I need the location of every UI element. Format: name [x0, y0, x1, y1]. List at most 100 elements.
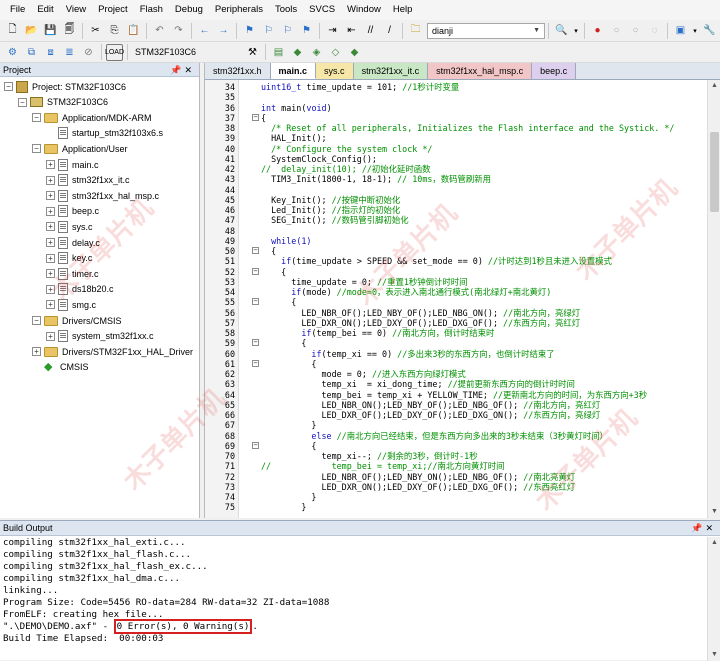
undo-icon[interactable]: ↶ — [151, 22, 168, 39]
cut-icon[interactable]: ✂ — [87, 22, 104, 39]
tree-item[interactable]: startup_stm32f103x6.s — [46, 126, 163, 141]
build-vertical-scrollbar[interactable]: ▲ ▼ — [707, 537, 720, 661]
scroll-up-icon[interactable]: ▲ — [708, 537, 720, 549]
save-icon[interactable]: 💾 — [42, 22, 59, 39]
menu-item-edit[interactable]: Edit — [31, 0, 59, 20]
expand-icon[interactable]: + — [46, 206, 55, 216]
tree-item[interactable]: + sys.c — [46, 219, 93, 234]
select-packs-icon[interactable]: ◆ — [346, 44, 363, 61]
expand-icon[interactable]: + — [46, 160, 55, 169]
unindent-icon[interactable]: ⇤ — [343, 22, 360, 39]
save-all-icon[interactable]: 🗐 — [61, 22, 78, 39]
tree-item[interactable]: + smg.c — [46, 297, 96, 312]
tree-item[interactable]: ◆ CMSIS — [32, 360, 89, 375]
editor-tab[interactable]: sys.c — [316, 63, 354, 79]
scroll-up-icon[interactable]: ▲ — [708, 80, 720, 92]
fold-collapse-icon[interactable]: − — [252, 441, 259, 449]
uncomment-icon[interactable]: / — [381, 22, 398, 39]
editor-tab[interactable]: stm32f1xx.h — [205, 63, 271, 79]
prev-bookmark-icon[interactable]: ⚐ — [260, 22, 277, 39]
tree-item[interactable]: + beep.c — [46, 204, 99, 219]
settings-icon[interactable]: 🔧 — [701, 22, 718, 39]
menu-item-debug[interactable]: Debug — [169, 0, 209, 20]
collapse-icon[interactable]: − — [32, 316, 41, 325]
menu-item-help[interactable]: Help — [387, 0, 419, 20]
tree-item[interactable]: + Drivers/STM32F1xx_HAL_Driver — [32, 344, 193, 359]
tree-item[interactable]: − Project: STM32F103C6 — [4, 79, 126, 94]
expand-icon[interactable]: + — [46, 284, 55, 294]
paste-icon[interactable]: 📋 — [125, 22, 142, 39]
editor-tab[interactable]: main.c — [270, 63, 317, 79]
tree-item[interactable]: + stm32f1xx_hal_msp.c — [46, 188, 159, 203]
fold-collapse-icon[interactable]: − — [252, 113, 259, 121]
file-extensions-icon[interactable]: ▤ — [270, 44, 287, 61]
editor-tab[interactable]: stm32f1xx_hal_msp.c — [428, 63, 533, 79]
fold-collapse-icon[interactable]: − — [252, 247, 259, 254]
expand-icon[interactable]: + — [46, 222, 55, 232]
next-bookmark-icon[interactable]: ⚐ — [279, 22, 296, 39]
menu-item-svcs[interactable]: SVCS — [303, 0, 341, 20]
tree-item[interactable]: − Application/MDK-ARM — [32, 110, 152, 125]
tree-item[interactable]: + ds18b20.c — [46, 282, 114, 297]
batch-build-icon[interactable]: ≣ — [61, 44, 78, 61]
expand-icon[interactable]: + — [46, 238, 55, 247]
nav-back-icon[interactable]: ← — [196, 22, 213, 39]
tree-item[interactable]: + timer.c — [46, 266, 99, 281]
tree-item[interactable]: + stm32f1xx_it.c — [46, 173, 130, 188]
dropdown-small-icon[interactable]: ▾ — [572, 22, 580, 39]
clear-breakpoint-icon[interactable]: ○ — [627, 22, 644, 39]
menu-item-flash[interactable]: Flash — [134, 0, 169, 20]
download-icon[interactable]: LOAD — [105, 43, 124, 61]
expand-icon[interactable]: + — [46, 300, 55, 310]
collapse-icon[interactable]: − — [4, 82, 13, 91]
manage-rte-icon[interactable]: ◈ — [308, 44, 325, 61]
copy-icon[interactable]: ⎘ — [106, 22, 123, 39]
fold-collapse-icon[interactable]: − — [252, 359, 259, 367]
collapse-icon[interactable]: − — [32, 144, 41, 154]
scroll-down-icon[interactable]: ▼ — [708, 649, 720, 661]
panel-close-icon[interactable]: 📌✕ — [170, 63, 199, 76]
compile-icon[interactable]: ⚙ — [4, 44, 21, 61]
scroll-thumb[interactable] — [710, 132, 719, 212]
collapse-icon[interactable]: − — [32, 113, 41, 123]
pack-installer-icon[interactable]: ◇ — [327, 44, 344, 61]
tree-item[interactable]: − Drivers/CMSIS — [32, 313, 122, 328]
menu-item-view[interactable]: View — [60, 0, 92, 20]
target-options-icon[interactable]: ⚒ — [244, 44, 261, 61]
find-in-files-icon[interactable]: 🗀 — [407, 22, 424, 39]
fold-collapse-icon[interactable]: − — [252, 298, 259, 306]
chevron-down-icon[interactable]: ▼ — [533, 24, 540, 38]
expand-icon[interactable]: + — [46, 175, 55, 185]
rebuild-icon[interactable]: ⧈ — [42, 44, 59, 61]
fold-collapse-icon[interactable]: − — [252, 339, 259, 347]
kill-breakpoints-icon[interactable]: ◌ — [646, 22, 663, 39]
clear-bookmarks-icon[interactable]: ⚑ — [298, 22, 315, 39]
tree-item[interactable]: − Application/User — [32, 141, 128, 156]
panel-close-icon[interactable]: 📌✕ — [691, 521, 720, 535]
window-layout-icon[interactable]: ▣ — [672, 22, 689, 39]
build-icon[interactable]: ⧉ — [23, 44, 40, 61]
editor-vertical-scrollbar[interactable]: ▲ ▼ — [707, 80, 720, 518]
fold-collapse-icon[interactable]: − — [252, 267, 259, 275]
new-file-icon[interactable]: 🗋 — [4, 22, 21, 39]
menu-item-project[interactable]: Project — [92, 0, 134, 20]
tree-item[interactable]: + delay.c — [46, 235, 100, 250]
redo-icon[interactable]: ↷ — [170, 22, 187, 39]
debug-search-icon[interactable]: 🔍 — [553, 22, 570, 39]
expand-icon[interactable]: + — [46, 269, 55, 279]
tree-item[interactable]: + system_stm32f1xx.c — [46, 329, 154, 344]
stop-build-icon[interactable]: ⊘ — [80, 44, 97, 61]
dropdown-small-icon[interactable]: ▾ — [691, 22, 699, 39]
disabled-breakpoint-icon[interactable]: ○ — [608, 22, 625, 39]
bookmark-icon[interactable]: ⚑ — [241, 22, 258, 39]
expand-icon[interactable]: + — [46, 253, 55, 263]
collapse-icon[interactable]: − — [18, 97, 27, 107]
indent-icon[interactable]: ⇥ — [324, 22, 341, 39]
expand-icon[interactable]: + — [32, 347, 41, 357]
open-file-icon[interactable]: 📂 — [23, 22, 40, 39]
comment-icon[interactable]: // — [362, 22, 379, 39]
menu-item-file[interactable]: File — [4, 0, 31, 20]
nav-forward-icon[interactable]: → — [215, 22, 232, 39]
scroll-down-icon[interactable]: ▼ — [708, 506, 720, 518]
menu-item-window[interactable]: Window — [341, 0, 387, 20]
